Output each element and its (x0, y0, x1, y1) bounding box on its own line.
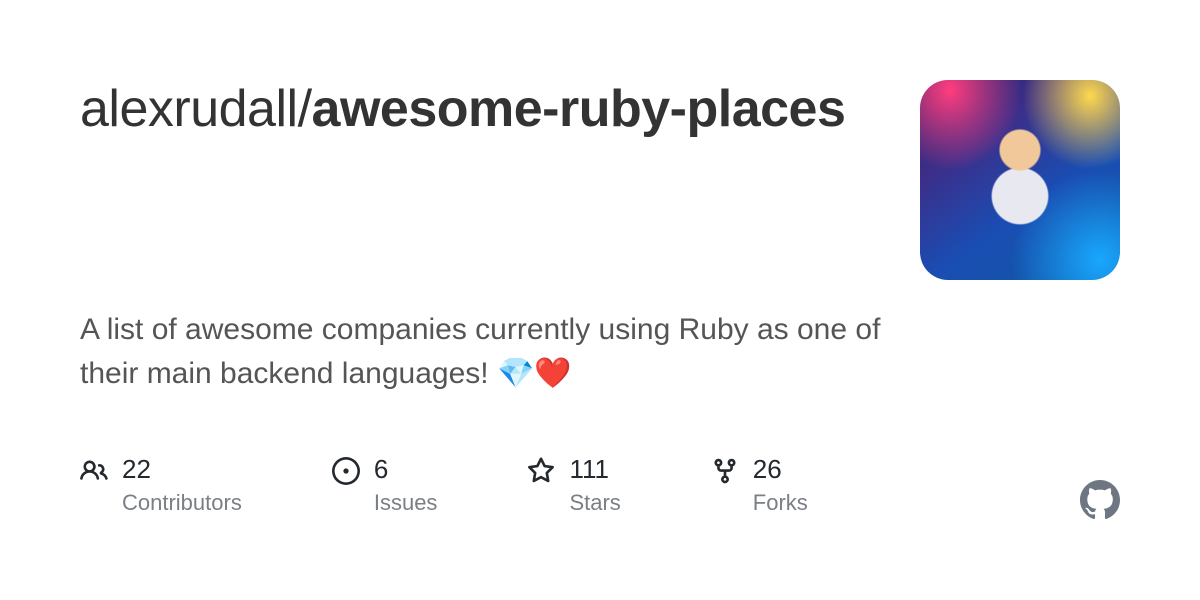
repo-slash: / (298, 80, 312, 138)
stat-contributors[interactable]: 22 Contributors (80, 455, 242, 516)
contributors-label: Contributors (122, 490, 242, 516)
stat-text: 6 Issues (374, 455, 438, 516)
repo-name-part1: awesome (312, 80, 543, 138)
star-icon (527, 457, 555, 485)
stats-row: 22 Contributors 6 Issues 111 Stars (80, 455, 1120, 520)
repo-title[interactable]: alexrudall/awesome-ruby-places (80, 80, 880, 140)
contributors-value: 22 (122, 455, 242, 484)
stat-forks[interactable]: 26 Forks (711, 455, 808, 516)
stat-issues[interactable]: 6 Issues (332, 455, 438, 516)
github-logo-icon (1080, 480, 1120, 520)
fork-icon (711, 457, 739, 485)
stars-label: Stars (569, 490, 620, 516)
forks-value: 26 (753, 455, 808, 484)
issues-icon (332, 457, 360, 485)
forks-label: Forks (753, 490, 808, 516)
title-block: alexrudall/awesome-ruby-places (80, 80, 920, 140)
stat-text: 111 Stars (569, 455, 620, 516)
stat-stars[interactable]: 111 Stars (527, 455, 620, 516)
issues-value: 6 (374, 455, 438, 484)
stat-text: 26 Forks (753, 455, 808, 516)
avatar[interactable] (920, 80, 1120, 280)
header-row: alexrudall/awesome-ruby-places (80, 80, 1120, 280)
stars-value: 111 (569, 455, 620, 484)
issues-label: Issues (374, 490, 438, 516)
repo-description: A list of awesome companies currently us… (80, 308, 900, 395)
stat-text: 22 Contributors (122, 455, 242, 516)
repo-name-part2: ruby-places (559, 80, 845, 138)
repo-owner: alexrudall (80, 80, 298, 138)
repo-social-card: alexrudall/awesome-ruby-places A list of… (80, 80, 1120, 520)
repo-name-hyphen: - (542, 80, 559, 138)
contributors-icon (80, 457, 108, 485)
